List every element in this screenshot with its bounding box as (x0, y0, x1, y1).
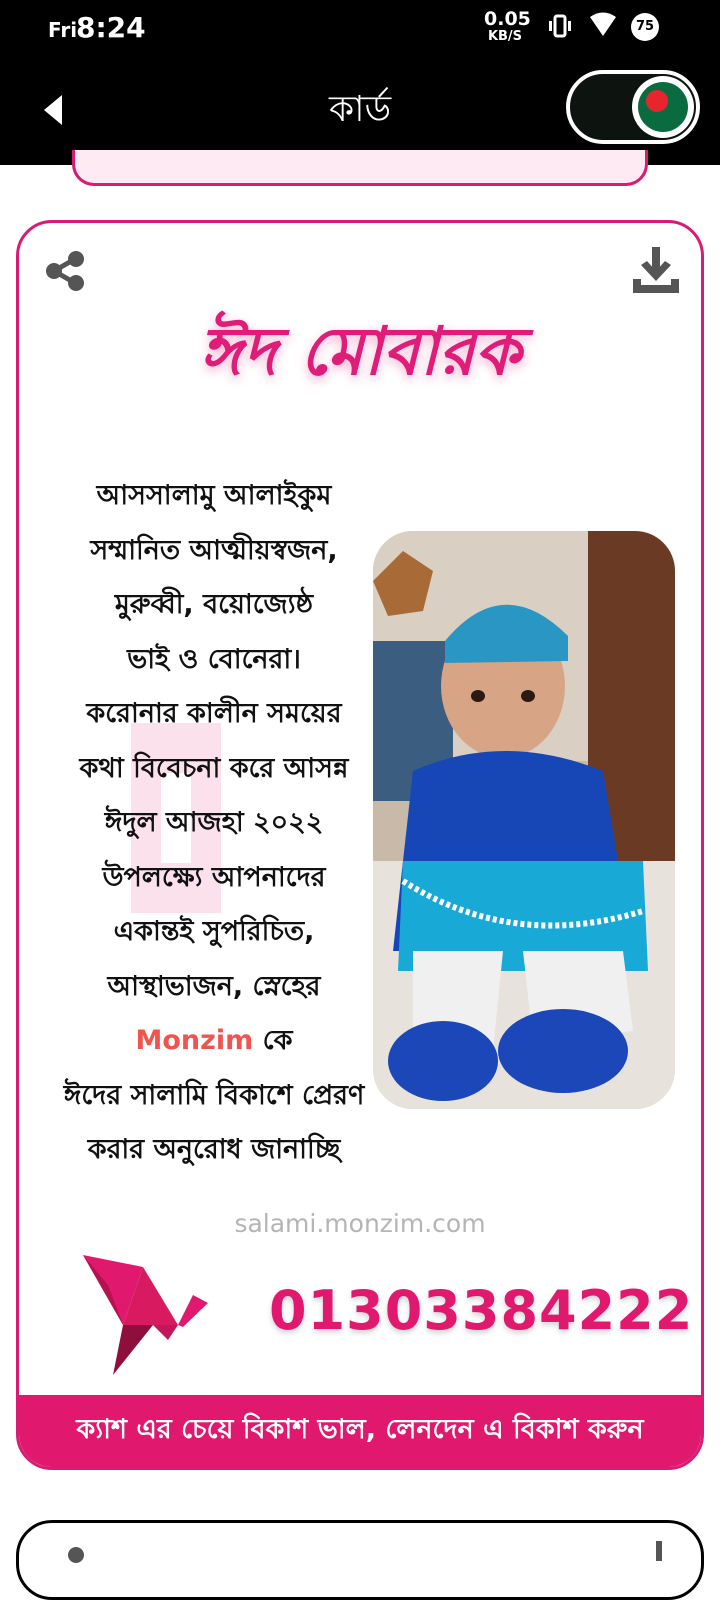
previous-card[interactable] (72, 150, 648, 186)
download-icon[interactable] (649, 1541, 669, 1571)
message-line: আসসালামু আলাইকুম (96, 480, 332, 511)
card-footer-banner: ক্যাশ এর চেয়ে বিকাশ ভাল, লেনদেন এ বিকাশ… (19, 1395, 701, 1467)
download-icon[interactable] (631, 245, 681, 295)
greeting-message: আসসালামু আলাইকুম সম্মানিত আত্মীয়স্বজন, … (39, 469, 389, 1178)
bkash-bird-logo (83, 1255, 208, 1375)
app-bar: কার্ড (0, 56, 720, 165)
child-photo (373, 531, 675, 1109)
recipient-name: Monzim (135, 1025, 254, 1056)
message-line: কথা বিবেচনা করে আসন্ন (79, 752, 349, 784)
message-line: সম্মানিত আত্মীয়স্বজন, (90, 534, 338, 566)
toggle-knob (632, 76, 694, 138)
share-icon[interactable] (43, 249, 87, 293)
message-line: করোনার কালীন সময়ের (86, 698, 342, 729)
network-speed-unit: KB/S (487, 29, 523, 44)
message-line: একান্তই সুপরিচিত, (113, 916, 315, 947)
vibrate-icon (549, 14, 571, 38)
bkash-phone-number: 01303384222 (269, 1279, 694, 1342)
wifi-icon (590, 12, 616, 36)
network-speed: 0.05 KB/S (484, 8, 531, 44)
battery-icon: 75 (631, 13, 659, 41)
message-line: ঈদুল আজহা ২০২২ (104, 807, 324, 838)
share-icon[interactable] (43, 1545, 87, 1589)
message-line: মুরুব্বী, বয়োজ্যেষ্ঠ (114, 589, 314, 620)
message-line: করার অনুরোধ জানাচ্ছি (87, 1134, 341, 1165)
message-name-line: Monzim কে (39, 1014, 389, 1069)
next-card[interactable] (16, 1520, 704, 1600)
status-day: Fri (48, 18, 78, 42)
flag-toggle-switch[interactable] (566, 70, 700, 144)
eid-mubarak-heading: ঈদ মোবারক (199, 312, 521, 390)
message-line: ভাই ও বোনেরা। (127, 643, 301, 675)
website-url: salami.monzim.com (234, 1209, 486, 1238)
flag-red-disc (646, 90, 668, 112)
message-line: আস্থাভাজন, স্নেহের (107, 970, 321, 1002)
status-time: 8:24 (76, 11, 146, 44)
greeting-card: ঈদ মোবারক আসসালামু আলাইকুম সম্মানিত আত্ম… (16, 220, 704, 1470)
network-speed-value: 0.05 (484, 8, 531, 30)
name-suffix: কে (253, 1025, 293, 1056)
message-line: ঈদের সালামি বিকাশে প্রেরণ (63, 1079, 365, 1111)
message-line: উপলক্ষ্যে আপনাদের (102, 861, 326, 893)
status-bar: Fri 8:24 0.05 KB/S 75 (0, 0, 720, 56)
